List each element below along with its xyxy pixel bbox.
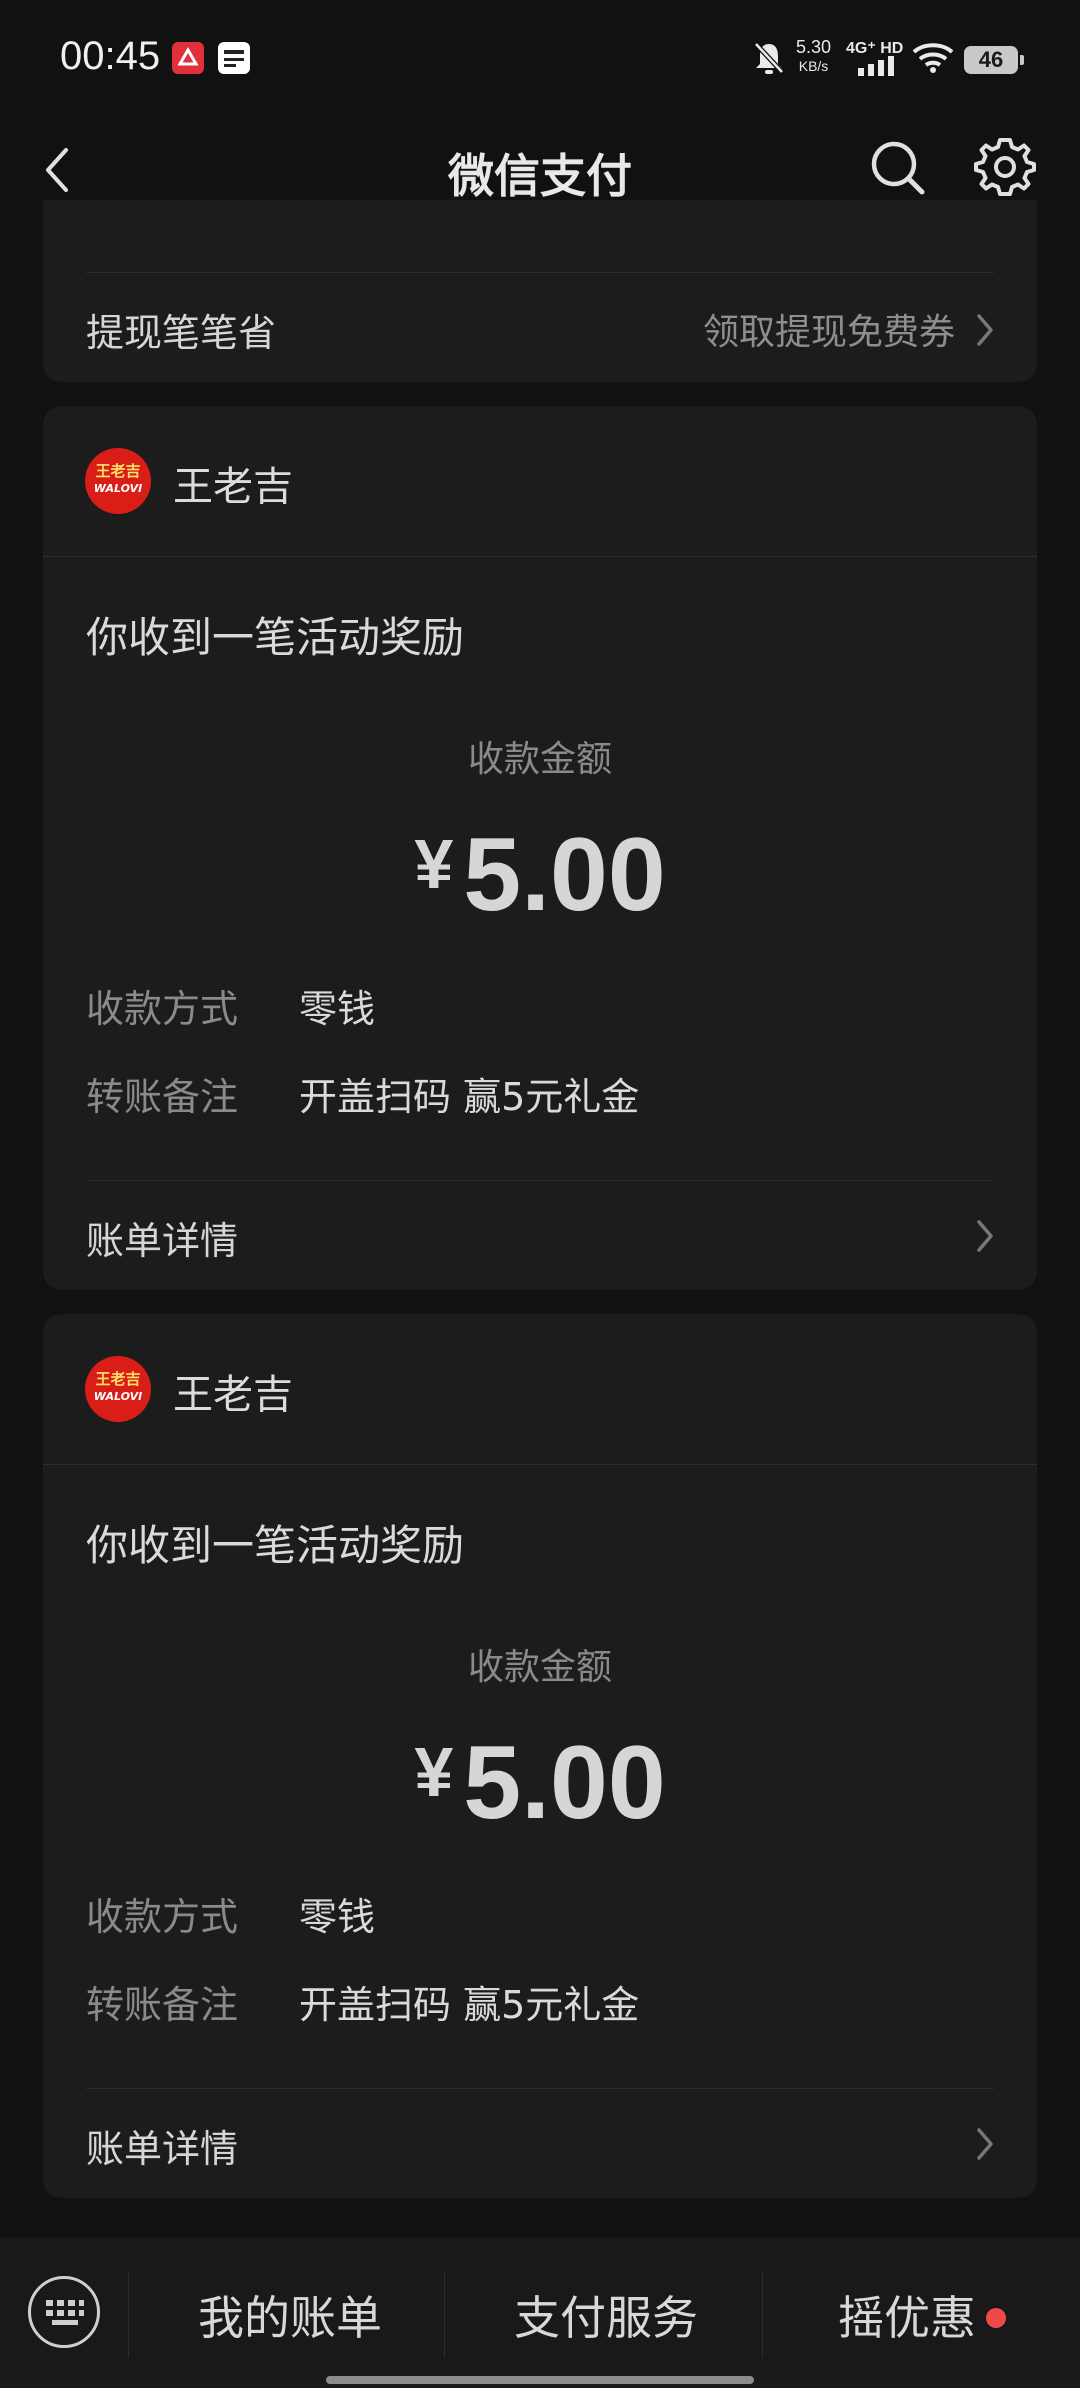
message-headline: 你收到一笔活动奖励 <box>86 1521 465 1570</box>
search-icon[interactable] <box>866 136 930 200</box>
merchant-name[interactable]: 王老吉 <box>173 1362 293 1420</box>
card-app-icon <box>218 42 250 74</box>
transfer-note-value: 开盖扫码 赢5元礼金 <box>299 1983 640 2027</box>
transfer-note-label: 转账备注 <box>86 1983 239 2027</box>
menu-payment-services[interactable]: 支付服务 <box>514 2282 698 2348</box>
withdraw-label: 提现笔笔省 <box>86 311 277 355</box>
bank-app-icon <box>172 42 204 74</box>
amount-value: ¥5.00 <box>43 1724 1037 1843</box>
divider <box>43 556 1037 557</box>
divider <box>43 1464 1037 1465</box>
keyboard-icon[interactable] <box>28 2276 100 2348</box>
divider <box>128 2272 129 2358</box>
net-speed-value: 5.30 <box>796 37 832 57</box>
status-bar: 00:45 5.30 KB/s 4G⁺ HD 46 <box>0 0 1080 118</box>
withdraw-coupon-link[interactable]: 领取提现免费券 <box>703 303 955 355</box>
merchant-logo: 王老吉 WALOVI <box>85 448 151 514</box>
merchant-logo-subtext: WALOVI <box>93 482 143 495</box>
notification-dot <box>986 2308 1006 2328</box>
merchant-logo-subtext: WALOVI <box>93 1390 143 1403</box>
divider <box>86 2088 994 2089</box>
divider <box>86 1180 994 1181</box>
transfer-note-label: 转账备注 <box>86 1075 239 1119</box>
status-time: 00:45 <box>60 34 161 78</box>
menu-shake-deals[interactable]: 摇优惠 <box>838 2282 976 2348</box>
merchant-logo-text: 王老吉 <box>95 1370 141 1388</box>
payment-message-card: 王老吉 WALOVI 王老吉 你收到一笔活动奖励 收款金额 ¥5.00 收款方式… <box>43 406 1037 1290</box>
signal-icon <box>858 56 896 80</box>
divider <box>444 2272 445 2358</box>
payment-message-card: 王老吉 WALOVI 王老吉 你收到一笔活动奖励 收款金额 ¥5.00 收款方式… <box>43 1314 1037 2198</box>
merchant-name[interactable]: 王老吉 <box>173 454 293 512</box>
wifi-icon <box>912 42 954 78</box>
net-speed: 5.30 KB/s <box>796 38 831 76</box>
amount-number: 5.00 <box>463 817 666 933</box>
merchant-logo-text: 王老吉 <box>95 462 141 480</box>
network-type: 4G⁺ HD <box>846 40 904 57</box>
payment-method-value: 零钱 <box>299 987 376 1031</box>
amount-number: 5.00 <box>463 1725 666 1841</box>
chevron-right-icon <box>973 310 997 350</box>
bill-detail-link[interactable]: 账单详情 <box>86 2118 238 2173</box>
payment-method-label: 收款方式 <box>86 1895 239 1939</box>
menu-my-bills[interactable]: 我的账单 <box>198 2282 382 2348</box>
net-speed-unit: KB/s <box>798 58 829 74</box>
currency-symbol: ¥ <box>414 1733 454 1811</box>
transfer-note-value: 开盖扫码 赢5元礼金 <box>299 1075 640 1119</box>
chevron-right-icon <box>973 2124 997 2164</box>
chevron-right-icon <box>973 1216 997 1256</box>
merchant-logo: 王老吉 WALOVI <box>85 1356 151 1422</box>
divider <box>762 2272 763 2358</box>
bottom-menu-bar: 我的账单 支付服务 摇优惠 <box>0 2238 1080 2388</box>
amount-value: ¥5.00 <box>43 816 1037 935</box>
currency-symbol: ¥ <box>414 825 454 903</box>
divider <box>86 272 994 273</box>
payment-method-value: 零钱 <box>299 1895 376 1939</box>
amount-label: 收款金额 <box>467 739 612 780</box>
message-headline: 你收到一笔活动奖励 <box>86 613 465 662</box>
bill-detail-link[interactable]: 账单详情 <box>86 1210 238 1265</box>
amount-label: 收款金额 <box>467 1647 612 1688</box>
payment-method-label: 收款方式 <box>86 987 239 1031</box>
home-indicator[interactable] <box>326 2376 754 2384</box>
battery-indicator: 46 <box>964 46 1024 74</box>
gear-icon[interactable] <box>972 134 1038 200</box>
mute-bell-icon <box>752 40 786 80</box>
withdraw-card[interactable]: 提现笔笔省 领取提现免费券 <box>43 200 1037 382</box>
